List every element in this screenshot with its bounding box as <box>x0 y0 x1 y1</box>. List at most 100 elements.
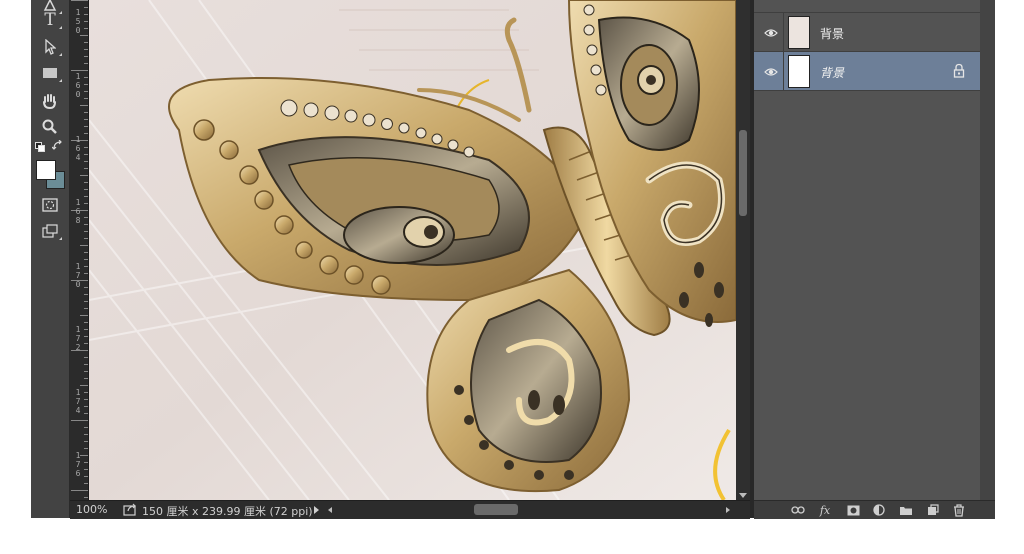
layer-name[interactable]: 背景 <box>820 25 844 42</box>
screen-mode-icon[interactable] <box>38 220 62 242</box>
link-layers-icon[interactable] <box>791 503 805 517</box>
document-canvas[interactable] <box>89 0 736 500</box>
ruler-tick <box>84 56 88 57</box>
document-size: 150 厘米 x 239.99 厘米 (72 ppi) <box>142 505 313 518</box>
ruler-tick <box>84 266 88 267</box>
ruler-tick <box>84 154 88 155</box>
ruler-tick <box>84 147 88 148</box>
ruler-tick <box>71 0 88 1</box>
path-selection-tool-icon[interactable] <box>38 36 62 58</box>
ruler-tick <box>84 161 88 162</box>
layer-name[interactable]: 背景 <box>820 64 844 81</box>
scroll-down-arrow-icon[interactable] <box>739 493 747 498</box>
ruler-tick <box>84 406 88 407</box>
layers-panel-footer: fx <box>754 500 995 519</box>
ruler-tick <box>84 427 88 428</box>
share-icon[interactable] <box>123 503 137 516</box>
tools-panel: T <box>31 0 70 518</box>
delete-layer-trash-icon[interactable] <box>952 503 966 517</box>
ruler-tick <box>84 119 88 120</box>
ruler-tick <box>84 308 88 309</box>
new-layer-icon[interactable] <box>926 503 940 517</box>
ruler-tick <box>84 301 88 302</box>
ruler-tick <box>84 357 88 358</box>
ruler-tick <box>84 469 88 470</box>
layer-thumbnail <box>788 16 810 49</box>
photoshop-window: T 1501601641 6 8 1 7 0 1 7 2 1 7 4 1 7 6… <box>31 0 995 519</box>
ruler-tick <box>84 14 88 15</box>
zoom-level[interactable]: 100% <box>76 503 107 516</box>
ruler-tick <box>84 322 88 323</box>
ruler-tick <box>80 105 88 106</box>
horizontal-scroll-thumb[interactable] <box>474 504 518 515</box>
visibility-eye-icon[interactable] <box>764 64 778 78</box>
ruler-tick <box>84 7 88 8</box>
ruler-tick <box>84 182 88 183</box>
ruler-tick <box>84 63 88 64</box>
new-group-folder-icon[interactable] <box>899 503 913 517</box>
ruler-tick <box>84 77 88 78</box>
ruler-tick <box>84 203 88 204</box>
ruler-tick <box>84 336 88 337</box>
ruler-tick <box>84 294 88 295</box>
hand-tool-icon[interactable] <box>38 90 62 112</box>
ruler-tick <box>84 399 88 400</box>
default-colors-icon[interactable] <box>35 142 45 155</box>
ruler-tick <box>84 224 88 225</box>
ruler-tick <box>84 497 88 498</box>
ruler-label: 174 <box>75 388 81 415</box>
ruler-tick <box>84 133 88 134</box>
layers-list-top <box>754 0 980 13</box>
ruler-tick <box>84 448 88 449</box>
ruler-tick <box>84 413 88 414</box>
status-menu-arrow-icon[interactable] <box>314 506 319 514</box>
ruler-tick <box>84 364 88 365</box>
ruler-tick <box>84 126 88 127</box>
ruler-tick <box>80 385 88 386</box>
ruler-tick <box>80 175 88 176</box>
status-bar: 100% 150 厘米 x 239.99 厘米 (72 ppi) <box>70 500 750 519</box>
ruler-label: 176 <box>75 451 81 478</box>
swap-colors-icon[interactable] <box>51 139 63 154</box>
vertical-scroll-thumb[interactable] <box>739 130 747 216</box>
ruler-tick <box>84 483 88 484</box>
ruler-tick <box>84 462 88 463</box>
ruler-tick <box>84 378 88 379</box>
ruler-tick <box>71 490 88 491</box>
fx-icon[interactable]: fx <box>818 503 832 517</box>
rectangle-tool-icon[interactable] <box>38 62 62 84</box>
layers-panel: 背景 背景 fx <box>754 0 995 519</box>
scroll-right-arrow-icon[interactable] <box>726 507 730 513</box>
ruler-tick <box>84 476 88 477</box>
butterfly-artwork <box>89 0 736 500</box>
scroll-left-arrow-icon[interactable] <box>328 507 332 513</box>
layers-scrollbar[interactable] <box>980 0 995 500</box>
ruler-tick <box>84 196 88 197</box>
quick-mask-icon[interactable] <box>38 194 62 216</box>
type-glyph: T <box>44 10 56 30</box>
layer-row[interactable]: 背景 <box>754 13 980 52</box>
ruler-label: 160 <box>75 72 81 99</box>
ruler-tick <box>80 35 88 36</box>
ruler-label: 164 <box>75 135 81 162</box>
ruler-tick <box>84 42 88 43</box>
ruler-tick <box>84 28 88 29</box>
ruler-tick <box>84 189 88 190</box>
foreground-color-swatch[interactable] <box>36 160 56 180</box>
type-tool-icon[interactable]: T <box>38 9 62 31</box>
layer-row-selected[interactable]: 背景 <box>754 52 980 91</box>
ruler-tick <box>84 112 88 113</box>
ruler-tick <box>84 252 88 253</box>
add-mask-icon[interactable] <box>846 503 860 517</box>
ruler-tick <box>84 49 88 50</box>
ruler-tick <box>84 98 88 99</box>
ruler-tick <box>84 343 88 344</box>
adjustment-layer-icon[interactable] <box>872 503 886 517</box>
ruler-tick <box>84 434 88 435</box>
ruler-tick <box>84 287 88 288</box>
canvas-vertical-scrollbar[interactable] <box>736 0 750 500</box>
visibility-eye-icon[interactable] <box>764 25 778 39</box>
vertical-ruler: 150 160 164 168 170 172 174 176 <box>70 0 89 500</box>
ruler-tick <box>84 91 88 92</box>
zoom-tool-icon[interactable] <box>38 116 62 138</box>
